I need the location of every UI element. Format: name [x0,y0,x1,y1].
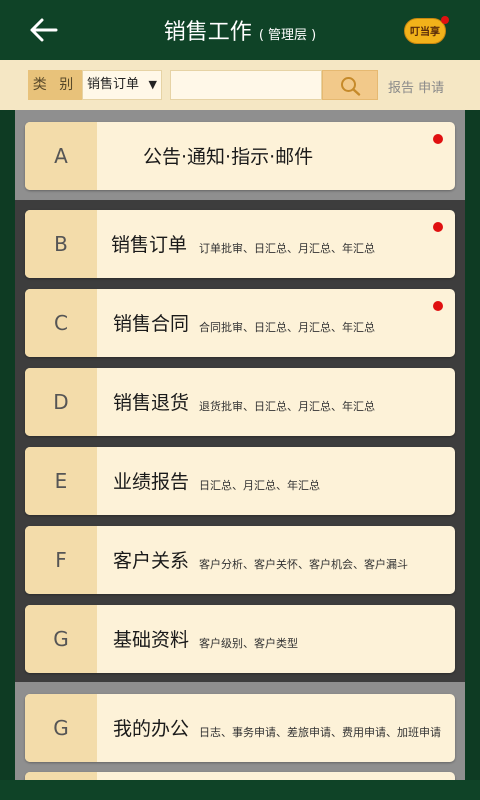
menu-card-performance-report[interactable]: E 业绩报告 日汇总、月汇总、年汇总 [25,447,455,515]
notification-dot [433,222,443,232]
card-letter: F [25,526,97,594]
card-title: 销售订单 [111,234,188,256]
search-input[interactable] [170,70,322,100]
menu-card-basic-data[interactable]: G 基础资料 客户级别、客户类型 [25,605,455,673]
category-select-value: 销售订单 [87,77,140,92]
card-title: 业绩报告 [113,471,190,493]
search-button[interactable] [322,70,378,100]
card-title: 销售合同 [113,313,190,335]
card-letter: A [25,122,97,190]
app-logo[interactable]: 叮当享 [404,16,449,46]
menu-card-sales-orders[interactable]: B 销售订单 订单批审、日汇总、月汇总、年汇总 [25,210,455,278]
menu-card-customer-relations[interactable]: F 客户关系 客户分析、客户关怀、客户机会、客户漏斗 [25,526,455,594]
menu-card-my-office[interactable]: G 我的办公 日志、事务申请、差旅申请、费用申请、加班申请 [25,694,455,762]
category-select[interactable]: 销售订单 ▼ [82,70,162,100]
header-bar: 销售工作 ( 管理层 ) 叮当享 [0,0,480,60]
menu-card-sales-contracts[interactable]: C 销售合同 合同批审、日汇总、月汇总、年汇总 [25,289,455,357]
notification-dot [433,301,443,311]
card-letter: B [25,210,97,278]
card-description: 客户分析、客户关怀、客户机会、客户漏斗 [199,558,408,571]
card-letter: G [25,694,97,762]
card-description: 客户级别、客户类型 [199,637,298,650]
card-title: 公告·通知·指示·邮件 [143,146,314,168]
card-description: 订单批审、日汇总、月汇总、年汇总 [199,242,375,255]
notification-dot [433,134,443,144]
card-letter: D [25,368,97,436]
logo-notify-dot [441,16,449,24]
card-title: 客户关系 [113,550,190,572]
card-letter: C [25,289,97,357]
card-description: 合同批审、日汇总、月汇总、年汇总 [199,321,375,334]
menu-card-sales-returns[interactable]: D 销售退货 退货批审、日汇总、月汇总、年汇总 [25,368,455,436]
card-letter: E [25,447,97,515]
card-description: 退货批审、日汇总、月汇总、年汇总 [199,400,375,413]
menu-card-announcements[interactable]: A 公告·通知·指示·邮件 [25,122,455,190]
card-letter: G [25,605,97,673]
logo-text: 叮当享 [410,27,440,38]
title-subtitle: ( 管理层 ) [258,28,317,43]
bottom-bar [0,780,480,800]
search-icon [341,77,361,96]
title-text: 销售工作 [163,20,252,45]
card-description: 日汇总、月汇总、年汇总 [199,479,320,492]
card-description: 日志、事务申请、差旅申请、费用申请、加班申请 [199,726,441,739]
report-apply-link[interactable]: 报告 申请 [388,77,444,96]
card-title: 基础资料 [113,629,190,651]
card-title: 我的办公 [113,718,190,740]
category-label: 类 别 [28,70,82,100]
dropdown-caret-icon: ▼ [148,78,157,91]
card-title: 销售退货 [113,392,190,414]
